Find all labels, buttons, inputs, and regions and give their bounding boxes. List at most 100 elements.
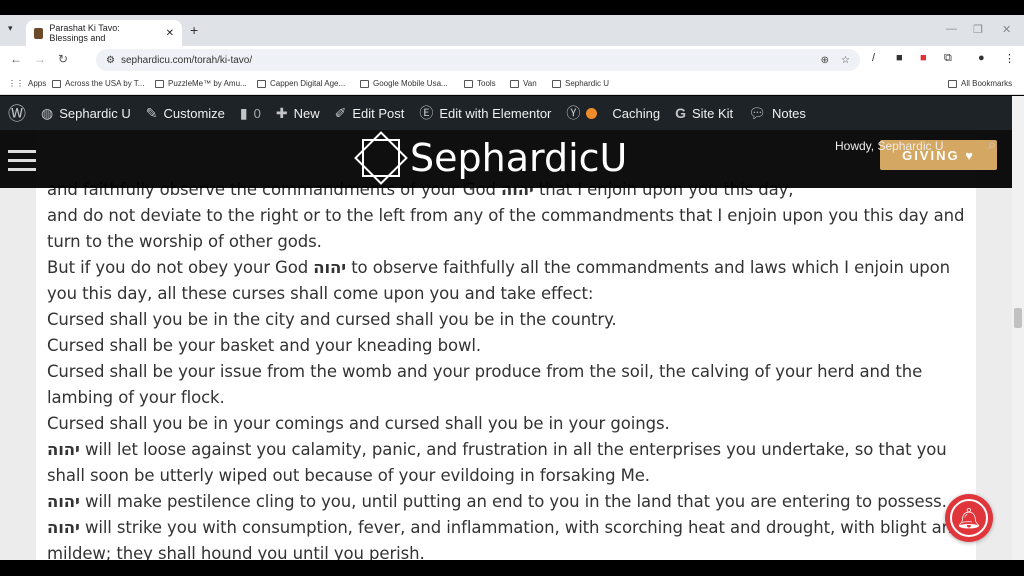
bookmark-item[interactable]: Across the USA by T... [52, 79, 144, 88]
back-icon[interactable]: ← [10, 52, 22, 66]
bookmark-apps[interactable]: ⋮⋮ Apps [8, 79, 46, 88]
bookmark-favicon-icon [52, 79, 61, 88]
divine-name: יהוה [313, 258, 347, 277]
extension-badge-icon[interactable]: ■ [920, 52, 927, 64]
verse-line: יהוה will let loose against you calamity… [47, 437, 967, 489]
minimize-icon[interactable]: — [946, 23, 957, 35]
bookmark-star-icon[interactable]: ☆ [841, 55, 850, 66]
address-bar[interactable]: ⚙ sephardicu.com/torah/ki-tavo/ ⊕ ☆ [96, 49, 860, 71]
wp-admin-bar: Ⓦ ◍ Sephardic U ✎ Customize ▮ 0 ✚ New ✐ Edit … [0, 96, 1012, 130]
tab-strip: ▾ Parashat Ki Tavo: Blessings and ✕ + — … [0, 15, 1024, 46]
all-bookmarks[interactable]: All Bookmarks [948, 79, 1012, 88]
folder-icon [464, 79, 473, 88]
verse-text: and do not deviate to the right or to th… [47, 206, 965, 251]
pen-extension-icon[interactable]: / [872, 52, 875, 64]
verse-text: will make pestilence cling to you, until… [79, 492, 947, 511]
bookmark-item[interactable]: Google Mobile Usa... [360, 79, 448, 88]
divine-name: יהוה [47, 440, 80, 459]
apps-icon: ⋮⋮ [8, 79, 24, 88]
favicon-icon [34, 27, 44, 39]
yoast-icon: Ⓨ [566, 105, 581, 121]
screen-top-bar [0, 0, 1024, 15]
notification-bell-button[interactable]: 🔔︎ [945, 494, 993, 542]
admin-site-name[interactable]: ◍ Sephardic U [41, 105, 131, 122]
admin-customize[interactable]: ✎ Customize [146, 105, 225, 122]
tab-title: Parashat Ki Tavo: Blessings and [49, 23, 120, 43]
speech-bubble-icon: 💬︎ [748, 104, 766, 121]
hamburger-menu-icon[interactable] [8, 150, 36, 177]
admin-elementor[interactable]: Ⓔ Edit with Elementor [419, 103, 551, 123]
admin-caching[interactable]: Caching [612, 106, 660, 121]
pencil-icon: ✐ [334, 104, 347, 121]
forward-icon[interactable]: → [34, 52, 46, 66]
search-icon[interactable]: ⌕ [988, 136, 996, 153]
bookmark-folder[interactable]: Tools [464, 79, 496, 88]
folder-icon [510, 79, 519, 88]
bookmark-folder[interactable]: Van [510, 79, 537, 88]
screen-bottom-bar [0, 560, 1024, 576]
web-page: and faithfully observe the commandments … [0, 96, 1012, 560]
divine-name: יהוה [47, 518, 80, 537]
verse-line: Cursed shall you be in your comings and … [47, 411, 967, 437]
site-header: SephardicU GIVING ♥ Howdy, Sephardic U ⌕ [0, 130, 1012, 188]
torah-text: and faithfully observe the commandments … [47, 177, 967, 560]
bookmark-item[interactable]: PuzzleMe™ by Amu... [155, 79, 247, 88]
url-text: sephardicu.com/torah/ki-tavo/ [120, 54, 253, 66]
howdy-user[interactable]: Howdy, Sephardic U [835, 139, 944, 153]
bookmark-item[interactable]: Cappen Digital Age... [257, 79, 345, 88]
profile-avatar[interactable]: ● [978, 52, 985, 64]
brush-icon: ✎ [145, 104, 158, 121]
extension-icon[interactable]: ■ [896, 52, 903, 64]
admin-comments[interactable]: ▮ 0 [240, 105, 261, 122]
admin-new[interactable]: ✚ New [276, 105, 320, 122]
verse-line: Cursed shall be your basket and your kne… [47, 333, 967, 359]
dashboard-icon: ◍ [41, 104, 54, 121]
admin-site-kit[interactable]: G Site Kit [675, 105, 733, 121]
verse-text: will strike you with consumption, fever,… [47, 518, 963, 560]
logo-star-icon [354, 131, 408, 185]
extensions-puzzle-icon[interactable]: ⧉ [944, 52, 952, 65]
close-tab-icon[interactable]: ✕ [166, 28, 174, 39]
admin-edit-post[interactable]: ✐ Edit Post [335, 105, 405, 122]
zoom-icon[interactable]: ⊕ [821, 55, 829, 66]
verse-text: Cursed shall you be in your comings and … [47, 414, 670, 433]
google-g-icon: G [675, 105, 686, 121]
browser-toolbar: ← → ↻ ⚙ sephardicu.com/torah/ki-tavo/ ⊕ ☆… [0, 46, 1024, 74]
restore-icon[interactable]: ❐ [973, 23, 983, 36]
close-window-icon[interactable]: ✕ [1002, 23, 1011, 36]
folder-icon [552, 79, 561, 88]
bookmarks-bar: ⋮⋮ Apps Across the USA by T... PuzzleMe™ … [0, 74, 1024, 95]
bookmark-favicon-icon [257, 79, 266, 88]
verse-line: But if you do not obey your God יהוה to … [47, 255, 967, 307]
menu-icon[interactable]: ⋮ [1004, 52, 1015, 65]
verse-text: Cursed shall be your basket and your kne… [47, 336, 481, 355]
verse-line: יהוה will strike you with consumption, f… [47, 515, 967, 560]
bell-icon: 🔔︎ [956, 507, 982, 530]
tab-search-icon[interactable]: ▾ [8, 23, 13, 34]
plus-icon: ✚ [275, 104, 288, 121]
scrollbar[interactable] [1012, 96, 1024, 560]
bookmark-favicon-icon [360, 79, 369, 88]
new-tab-icon[interactable]: + [190, 22, 198, 38]
comment-icon: ▮ [239, 104, 248, 121]
bookmark-folder[interactable]: Sephardic U [552, 79, 609, 88]
verse-line: יהוה will make pestilence cling to you, … [47, 489, 967, 515]
verse-text: Cursed shall you be in the city and curs… [47, 310, 617, 329]
browser-tab[interactable]: Parashat Ki Tavo: Blessings and ✕ [26, 20, 182, 46]
verse-line: and do not deviate to the right or to th… [47, 203, 967, 255]
scrollbar-thumb[interactable] [1014, 308, 1022, 328]
elementor-icon: Ⓔ [419, 105, 434, 121]
verse-text: Cursed shall be your issue from the womb… [47, 362, 923, 407]
admin-yoast[interactable]: Ⓨ [566, 103, 598, 123]
folder-icon [948, 79, 957, 88]
verse-text: But if you do not obey your God [47, 258, 314, 277]
verse-line: Cursed shall you be in the city and curs… [47, 307, 967, 333]
site-info-icon[interactable]: ⚙ [106, 55, 115, 66]
admin-notes[interactable]: 💬︎ Notes [748, 105, 806, 122]
wordpress-logo-icon[interactable]: Ⓦ [8, 100, 26, 126]
verse-line: Cursed shall be your issue from the womb… [47, 359, 967, 411]
seo-status-dot [586, 107, 598, 119]
divine-name: יהוה [47, 492, 80, 511]
reload-icon[interactable]: ↻ [58, 52, 68, 66]
site-logo[interactable]: SephardicU [354, 131, 627, 185]
